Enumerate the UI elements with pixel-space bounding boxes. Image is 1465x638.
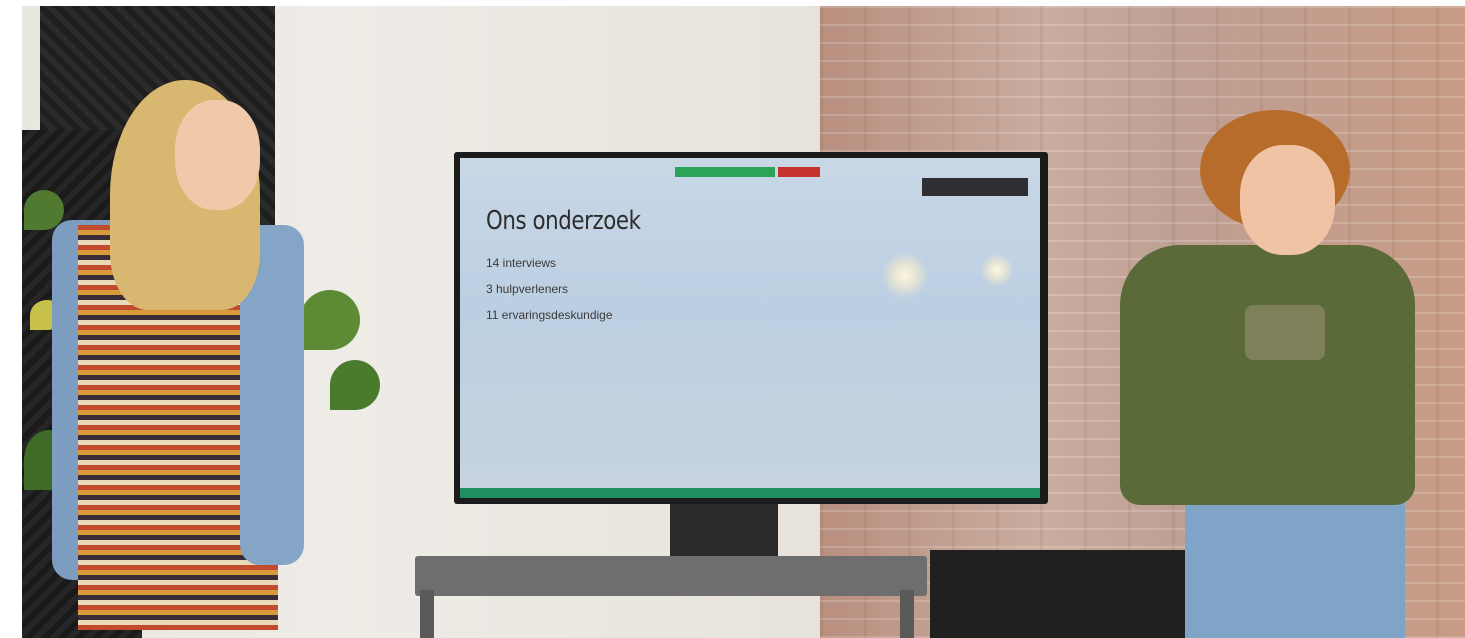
dark-bench	[930, 550, 1190, 638]
sweater-print	[1245, 305, 1325, 360]
slide-item: 14 interviews	[486, 256, 557, 270]
tv-stand	[670, 500, 778, 560]
stop-share-button	[778, 167, 820, 177]
plant-leaf	[300, 290, 360, 350]
table-top	[415, 556, 927, 596]
left-border	[0, 0, 22, 638]
presenter-right-face	[1240, 145, 1335, 255]
presenter-left-face	[175, 100, 260, 210]
slide-item: 3 hulpverleners	[486, 282, 569, 296]
presentation-photo: Ons onderzoek 14 interviews 3 hulpverlen…	[0, 0, 1465, 638]
presenter-right-sweater	[1120, 245, 1415, 505]
table-leg	[420, 590, 434, 638]
plant-leaf	[330, 360, 380, 410]
light-reflection	[880, 253, 930, 298]
tv-screen: Ons onderzoek 14 interviews 3 hulpverlen…	[460, 158, 1040, 488]
viewing-indicator	[922, 178, 1028, 196]
light-reflection	[980, 253, 1014, 287]
screen-share-bar	[675, 167, 775, 177]
table-leg	[900, 590, 914, 638]
screen-bottom-bar	[460, 488, 1040, 498]
slide-item: 11 ervaringsdeskundige	[486, 308, 613, 322]
slide-title: Ons onderzoek	[486, 206, 641, 236]
presenter-right-jeans	[1185, 490, 1405, 638]
